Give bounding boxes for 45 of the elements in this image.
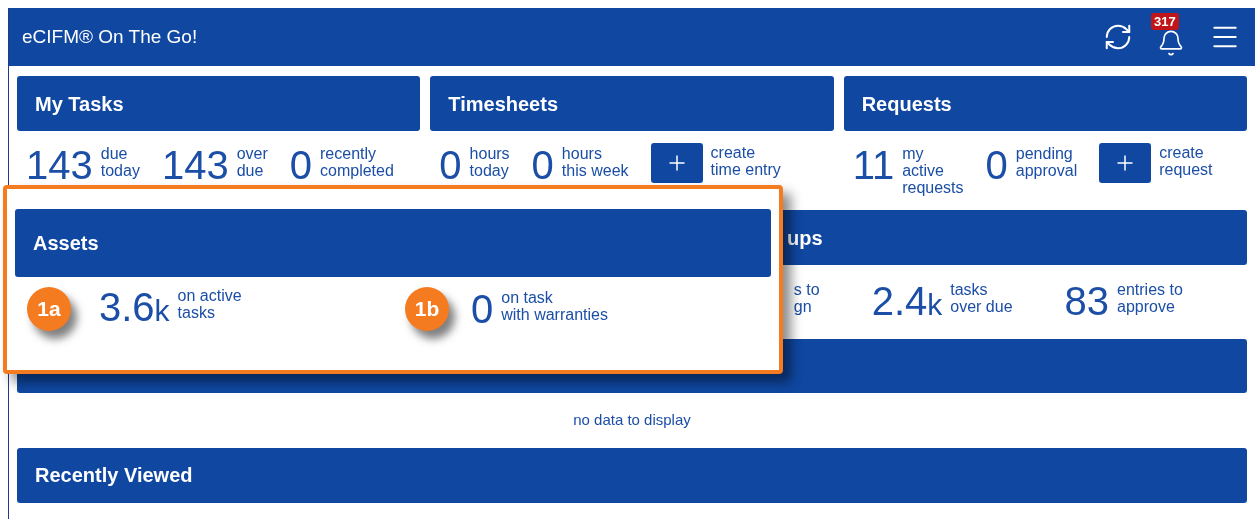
callout-marker: 1b [405, 287, 449, 331]
panel-title: Requests [861, 91, 952, 117]
panel-header[interactable]: Requests [843, 76, 1247, 131]
panel-header[interactable]: Recently Viewed [17, 447, 1247, 503]
panel-title: Assets [33, 231, 99, 256]
add-button[interactable] [650, 143, 703, 183]
stat-label: hours today [469, 144, 510, 179]
panel-title: My Tasks [35, 91, 124, 117]
stat-value: 11 [852, 143, 895, 187]
refresh-icon[interactable] [1103, 22, 1133, 52]
stat-label: create request [1159, 143, 1213, 178]
stat-label: over due [236, 144, 268, 179]
app-title: eCIFM® On The Go! [22, 24, 198, 49]
stat-label: my active requests [902, 144, 964, 196]
panel-title: Recently Viewed [35, 463, 193, 488]
stat-label: pending approval [1015, 144, 1078, 179]
stat-value: 0 [531, 143, 554, 187]
callout-marker: 1a [27, 287, 71, 331]
stat-value: 143 [161, 143, 229, 187]
stat-label: tasks over due [950, 280, 1013, 315]
panel-header[interactable]: Timesheets [430, 76, 834, 131]
stat-value: 0 [471, 287, 494, 331]
panel-title: ups [787, 225, 823, 251]
empty-message: no data to display [573, 410, 691, 430]
stat-value: 0 [289, 143, 312, 187]
stat-label: on task with warranties [501, 288, 608, 323]
stat-label: recently completed [320, 144, 394, 179]
stat-value: 0 [439, 143, 462, 187]
stat-value: 2.4k [871, 279, 943, 325]
stat-label: due today [100, 144, 140, 179]
notification-badge: 317 [1151, 13, 1179, 30]
bell-icon [1157, 29, 1185, 57]
stat-label: create time entry [710, 143, 781, 178]
panel-header[interactable]: Assets [15, 209, 771, 277]
stat-label: s to gn [793, 280, 820, 317]
stat-label: hours this week [561, 144, 629, 179]
stat-value: 0 [985, 143, 1008, 187]
stat-value: 83 [1064, 279, 1110, 323]
stat-value: 3.6k [99, 285, 170, 331]
stat-value: 143 [26, 143, 93, 187]
panel-header[interactable]: My Tasks [17, 76, 421, 131]
stat-label: entries to approve [1117, 280, 1183, 315]
add-button[interactable] [1099, 143, 1152, 183]
stat-label: on active tasks [177, 286, 242, 321]
panel-title: Timesheets [448, 91, 558, 117]
